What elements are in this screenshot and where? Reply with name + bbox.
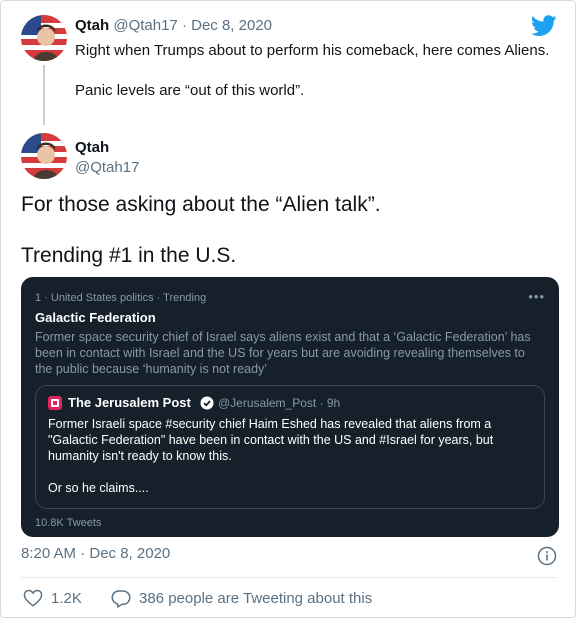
quote-text: Former Israeli space #security chief Hai… <box>48 416 538 496</box>
info-icon[interactable] <box>537 546 557 571</box>
trend-topic[interactable]: Galactic Federation <box>35 310 156 325</box>
trend-description: Former space security chief of Israel sa… <box>35 330 531 376</box>
header-separator: · <box>181 17 187 34</box>
main-name[interactable]: Qtah <box>75 139 109 156</box>
parent-header: Qtah @Qtah17 · Dec 8, 2020 <box>75 17 272 34</box>
tweet-card: Qtah @Qtah17 · Dec 8, 2020 Right when Tr… <box>0 0 576 618</box>
people-tweeting-text: 386 people are Tweeting about this <box>139 590 373 607</box>
tweet-timestamp[interactable]: 8:20 AM · Dec 8, 2020 <box>21 545 170 562</box>
more-options-icon[interactable]: ••• <box>528 289 545 304</box>
parent-text-line1: Right when Trumps about to perform his c… <box>75 42 550 59</box>
parent-text-line2: Panic levels are “out of this world”. <box>75 82 305 99</box>
quote-text-line2: Or so he claims.... <box>48 481 149 495</box>
quoted-tweet[interactable]: The Jerusalem Post @Jerusalem_Post · 9h … <box>35 385 545 509</box>
twitter-bird-icon[interactable] <box>530 15 557 42</box>
parent-name[interactable]: Qtah <box>75 17 109 34</box>
parent-handle[interactable]: @Qtah17 <box>113 17 177 34</box>
people-tweeting-link[interactable]: 386 people are Tweeting about this <box>111 589 372 608</box>
divider <box>21 577 557 578</box>
quote-author-name[interactable]: The Jerusalem Post <box>68 395 191 410</box>
thread-line <box>43 65 45 125</box>
main-handle[interactable]: @Qtah17 <box>75 159 139 176</box>
main-text-line1: For those asking about the “Alien talk”. <box>21 193 381 216</box>
embedded-trend-card[interactable]: 1 · United States politics · Trending ••… <box>21 277 559 537</box>
heart-icon <box>23 589 43 607</box>
reply-bubble-icon <box>111 590 131 608</box>
quote-handle-time[interactable]: @Jerusalem_Post · 9h <box>218 396 340 410</box>
parent-avatar[interactable] <box>21 15 67 61</box>
like-button[interactable]: 1.2K <box>23 589 82 607</box>
tweet-count: 10.8K Tweets <box>35 517 102 529</box>
main-tweet-text: For those asking about the “Alien talk”.… <box>21 191 561 269</box>
parent-date[interactable]: Dec 8, 2020 <box>191 17 272 34</box>
jerusalem-post-logo-icon <box>48 396 62 410</box>
main-text-line2: Trending #1 in the U.S. <box>21 244 237 267</box>
parent-tweet-text: Right when Trumps about to perform his c… <box>75 41 565 101</box>
verified-badge-icon <box>200 396 214 415</box>
quote-text-line1: Former Israeli space #security chief Hai… <box>48 417 494 463</box>
main-avatar[interactable] <box>21 133 67 179</box>
trend-meta: 1 · United States politics · Trending <box>35 292 207 304</box>
like-count: 1.2K <box>51 589 82 607</box>
